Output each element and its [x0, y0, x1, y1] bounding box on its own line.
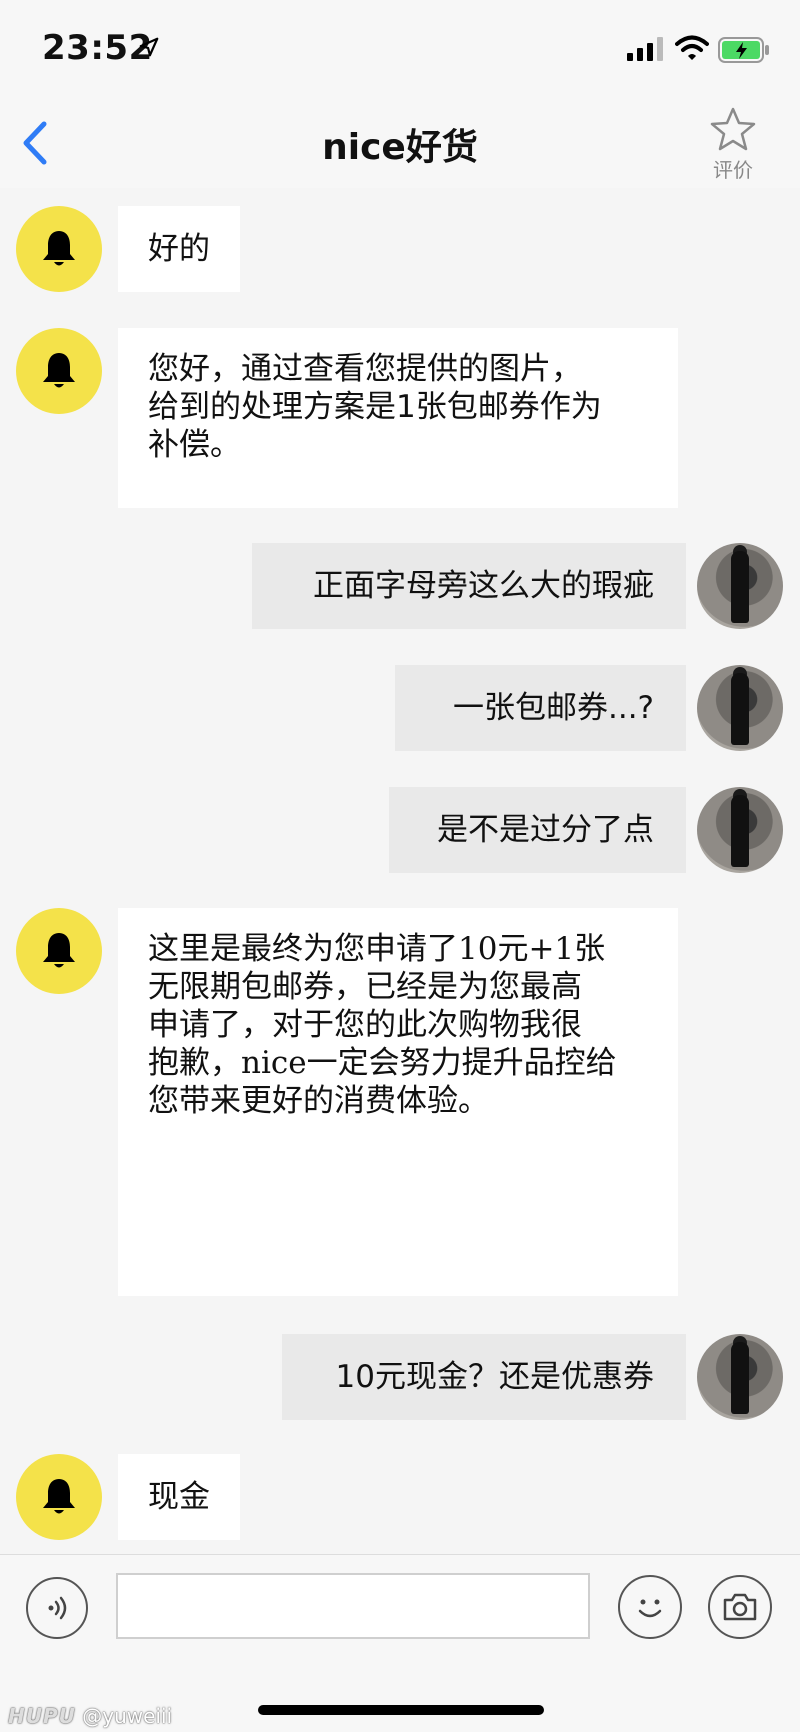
message-bubble: 您好，通过查看您提供的图片， 给到的处理方案是1张包邮券作为 补偿。: [118, 328, 678, 508]
bell-icon: [43, 231, 75, 266]
merchant-avatar[interactable]: [16, 328, 102, 414]
message-bubble: 正面字母旁这么大的瑕疵: [252, 543, 686, 629]
message-bubble: 一张包邮券...?: [395, 665, 686, 751]
user-avatar[interactable]: [697, 787, 783, 873]
rate-label: 评价: [713, 158, 753, 182]
message-bubble: 10元现金？还是优惠券: [282, 1334, 686, 1420]
merchant-avatar[interactable]: [16, 206, 102, 292]
message-line: 您带来更好的消费体验。: [148, 1083, 489, 1119]
bell-icon: [43, 353, 75, 388]
merchant-avatar[interactable]: [16, 1454, 102, 1540]
location-arrow-icon: [139, 37, 159, 57]
voice-icon: [48, 1596, 67, 1620]
message-text: 一张包邮券...?: [452, 690, 654, 726]
bell-icon: [43, 1479, 75, 1514]
wifi-icon: [675, 35, 709, 60]
message-text: 正面字母旁这么大的瑕疵: [313, 568, 654, 604]
watermark: HUPU @yuweiii: [8, 1704, 172, 1728]
cellular-signal-icon: [627, 37, 663, 61]
message-bubble: 现金: [118, 1454, 240, 1540]
user-avatar[interactable]: [697, 665, 783, 751]
message-text: 现金: [148, 1479, 210, 1515]
input-bar: [0, 1554, 800, 1661]
nav-bar: nice好货 评价: [0, 100, 800, 188]
home-indicator[interactable]: [258, 1705, 544, 1715]
message-bubble: 这里是最终为您申请了10元+1张 无限期包邮券，已经是为您最高 申请了，对于您的…: [118, 908, 678, 1296]
star-outline-icon: [710, 107, 756, 151]
message-text: 好的: [148, 231, 210, 267]
message-line: 无限期包邮券，已经是为您最高: [148, 969, 582, 1005]
user-avatar[interactable]: [697, 543, 783, 629]
status-time: 23:52: [42, 28, 153, 68]
message-bubble: 好的: [118, 206, 240, 292]
rate-button[interactable]: 评价: [700, 106, 766, 186]
chat-area[interactable]: 好的 您好，通过查看您提供的图片， 给到的处理方案是1张包邮券作为 补偿。 正面…: [0, 188, 800, 1554]
watermark-user: @yuweiii: [82, 1704, 173, 1728]
message-text: 是不是过分了点: [437, 812, 654, 848]
watermark-brand: HUPU: [8, 1704, 76, 1728]
message-line: 给到的处理方案是1张包邮券作为: [148, 389, 602, 425]
smiley-icon: [638, 1599, 662, 1618]
message-line: 这里是最终为您申请了10元+1张: [148, 931, 606, 967]
message-input[interactable]: [116, 1573, 590, 1639]
bell-icon: [43, 933, 75, 968]
message-line: 您好，通过查看您提供的图片，: [148, 351, 582, 387]
message-line: 抱歉，nice一定会努力提升品控给: [148, 1045, 617, 1081]
status-bar: 23:52: [0, 0, 800, 100]
page-title: nice好货: [322, 127, 478, 168]
merchant-avatar[interactable]: [16, 908, 102, 994]
message-line: 申请了，对于您的此次购物我很: [148, 1007, 582, 1043]
message-line: 补偿。: [148, 427, 241, 463]
camera-icon: [723, 1593, 757, 1621]
message-bubble: 是不是过分了点: [389, 787, 686, 873]
message-text: 10元现金？还是优惠券: [335, 1359, 654, 1395]
user-avatar[interactable]: [697, 1334, 783, 1420]
camera-button[interactable]: [708, 1575, 772, 1639]
bottom-area: HUPU @yuweiii: [0, 1660, 800, 1732]
voice-button[interactable]: [26, 1577, 88, 1639]
emoji-button[interactable]: [618, 1575, 682, 1639]
battery-charging-icon: [718, 37, 769, 63]
